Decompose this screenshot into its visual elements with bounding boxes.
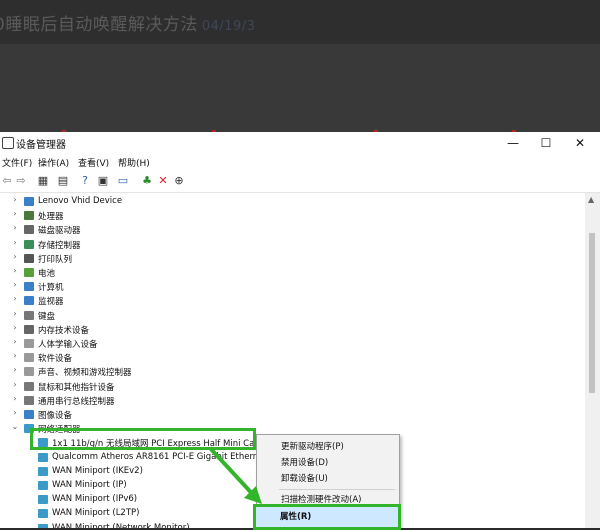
article-title-text: 0睡眠后自动唤醒解决方法 (0, 15, 198, 35)
dark-backdrop (0, 44, 600, 134)
article-title: 0睡眠后自动唤醒解决方法 04/19/3 (0, 10, 255, 35)
article-banner: 0睡眠后自动唤醒解决方法 04/19/3 (0, 0, 600, 44)
pointer-arrow-icon (208, 446, 262, 504)
article-title-suffix: 04/19/3 (201, 19, 256, 34)
device-manager-window: 设备管理器 — ☐ ✕ 文件(F) 操作(A) 查看(V) 帮助(H) ⇦ ⇨ … (0, 132, 600, 530)
